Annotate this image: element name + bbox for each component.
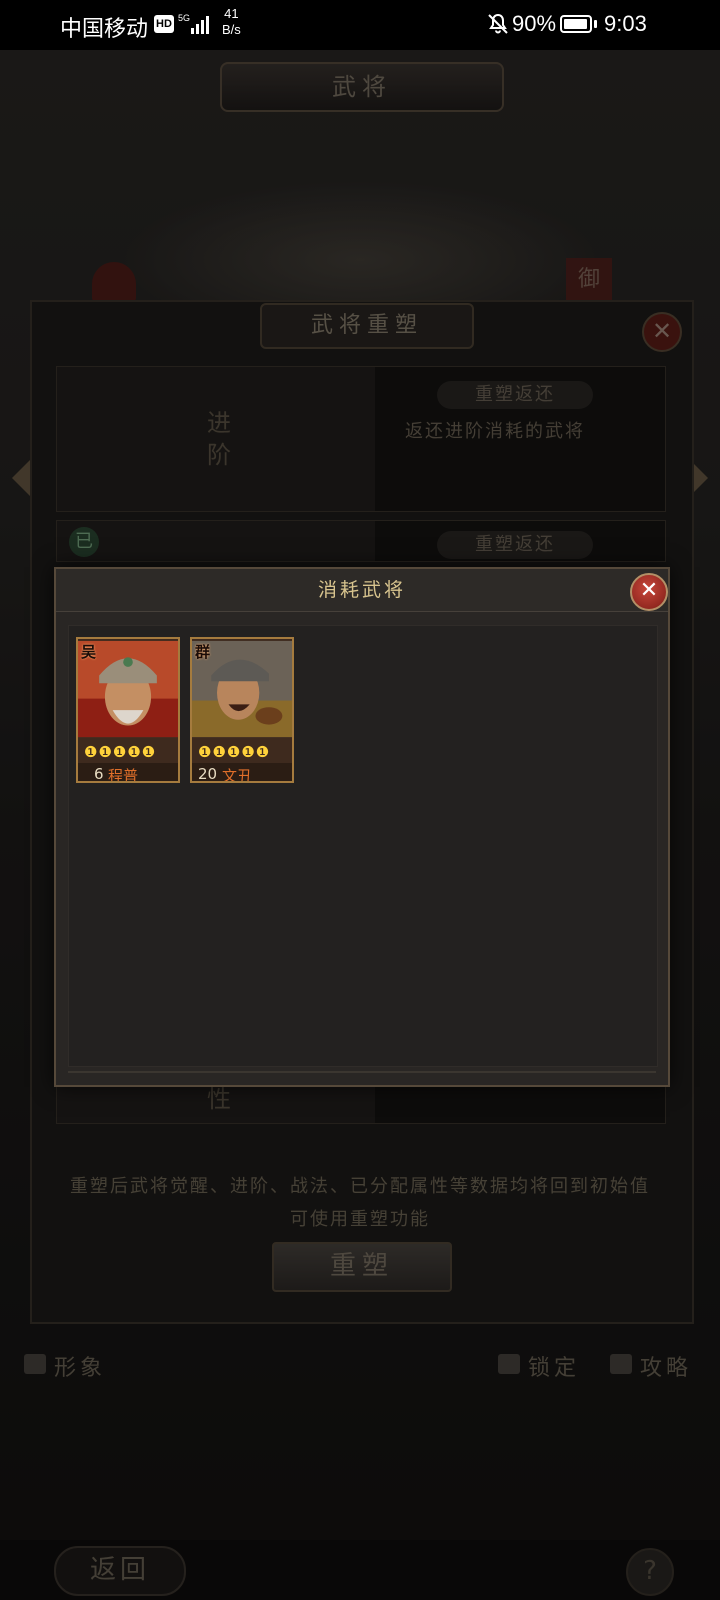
signal-icon: 5G: [178, 13, 209, 34]
battery-percent: 90%: [512, 11, 557, 36]
modal-header: 消耗武将 ✕: [56, 569, 668, 612]
net-speed-value: 41: [224, 6, 239, 21]
general-level: 20: [198, 765, 218, 783]
general-name: 文丑: [222, 767, 253, 783]
net-speed-unit: B/s: [222, 22, 241, 37]
faction-badge: 群: [195, 643, 211, 661]
net-speed: 41 B/s: [222, 6, 241, 38]
clock: 9:03: [604, 11, 647, 36]
general-card[interactable]: 群 ❶❶❶❶❶ 20 文丑: [190, 637, 294, 783]
close-icon[interactable]: ✕: [630, 573, 668, 611]
general-card[interactable]: 吴 ❶❶❶❶❶ 6 程普: [76, 637, 180, 783]
network-label: 5G: [178, 13, 190, 23]
divider: [68, 1071, 656, 1073]
general-name: 程普: [108, 767, 139, 783]
status-bar: 中国移动 HD 5G 41 B/s 90% 9:03: [0, 0, 720, 50]
modal-title: 消耗武将: [317, 579, 406, 601]
carrier-label: 中国移动: [60, 16, 149, 41]
star-rating: ❶❶❶❶❶: [84, 743, 157, 761]
faction-badge: 吴: [81, 643, 97, 661]
general-level: 6: [94, 765, 104, 783]
consumed-generals-modal: 消耗武将 ✕ 吴 ❶❶❶❶❶ 6 程普 群 ❶❶❶❶❶ 20 文丑: [54, 567, 670, 1087]
star-rating: ❶❶❶❶❶: [198, 743, 271, 761]
hd-badge: HD: [154, 15, 174, 33]
bell-muted-icon: [488, 13, 508, 34]
battery-icon: [560, 15, 592, 33]
battery-tip: [594, 20, 597, 28]
